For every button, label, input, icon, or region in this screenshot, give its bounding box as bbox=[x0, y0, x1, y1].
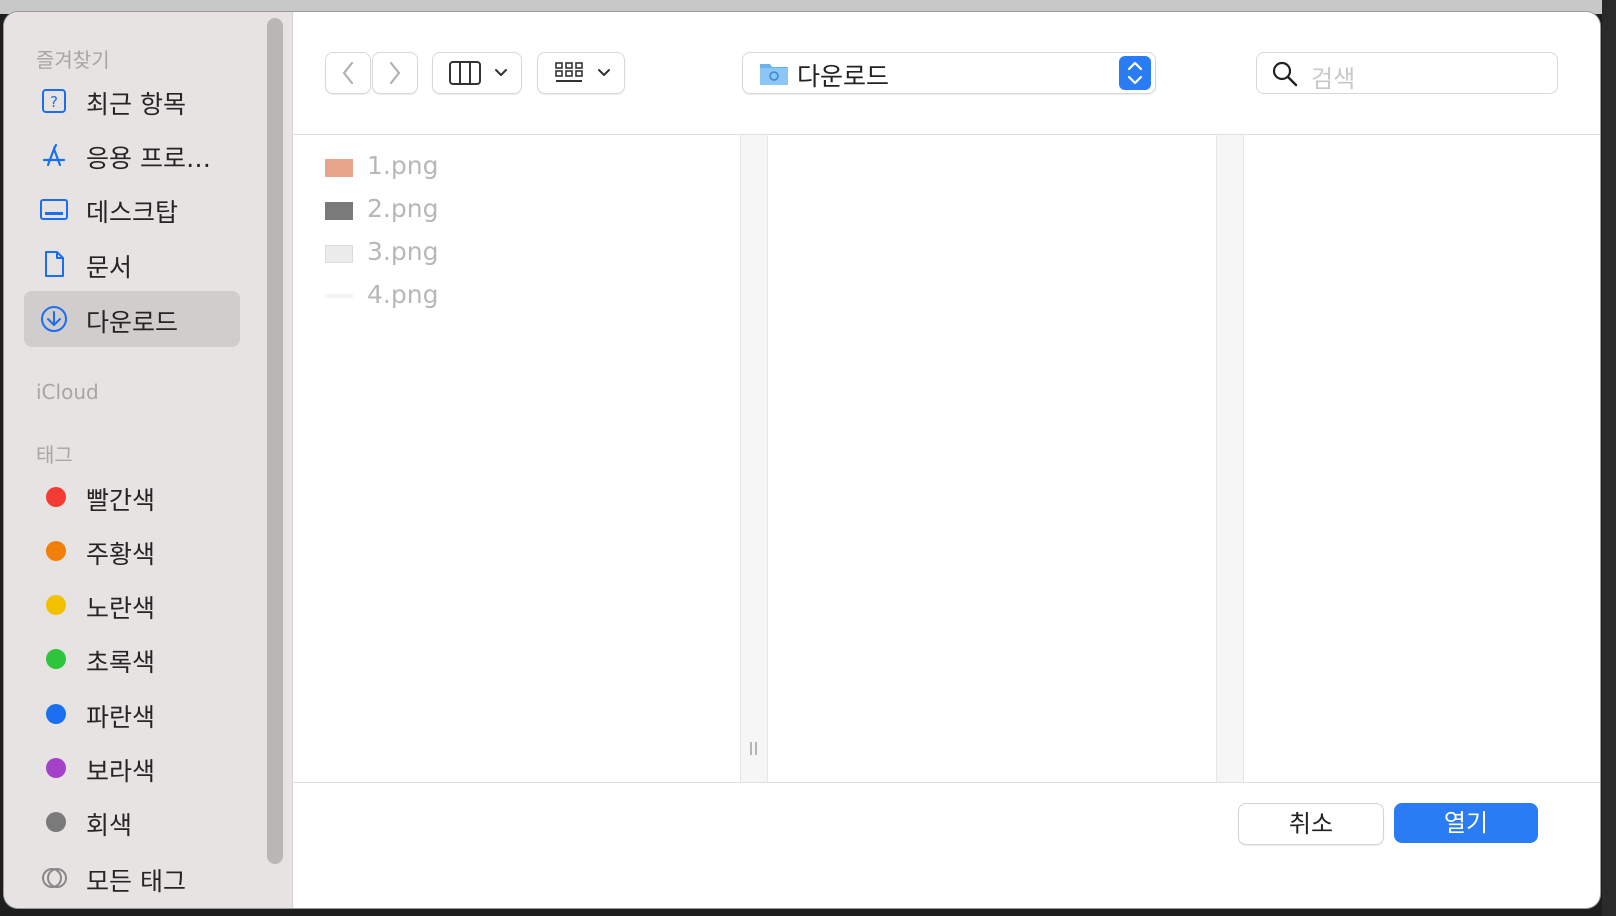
columns-view-icon bbox=[449, 61, 481, 89]
sidebar-item-label: 보라색 bbox=[86, 757, 156, 786]
search-field[interactable]: 검색 bbox=[1256, 52, 1558, 94]
favorites-header: 즐겨찾기 bbox=[36, 48, 110, 72]
column-divider[interactable] bbox=[1216, 135, 1244, 782]
sidebar-item-label: 데스크탑 bbox=[86, 198, 179, 227]
grid-icon bbox=[554, 61, 584, 89]
file-column-1: 1.png 2.png 3.png 4.png bbox=[293, 135, 740, 782]
toolbar: 다운로드 검색 bbox=[293, 12, 1600, 135]
file-name: 1.png bbox=[367, 151, 439, 180]
downloads-icon bbox=[40, 305, 68, 333]
chevron-right-icon bbox=[373, 61, 417, 97]
column-resize-handle[interactable] bbox=[740, 135, 768, 782]
sidebar-tag-orange[interactable]: 주황색 bbox=[24, 523, 240, 579]
sidebar-item-label: 주황색 bbox=[86, 540, 156, 569]
yellow-tag-dot-icon bbox=[46, 595, 66, 615]
file-name: 3.png bbox=[367, 237, 439, 266]
blue-tag-dot-icon bbox=[46, 704, 66, 724]
sidebar-tag-green[interactable]: 초록색 bbox=[24, 631, 240, 687]
sidebar-item-label: 빨간색 bbox=[86, 486, 156, 515]
sidebar-item-label: 노란색 bbox=[86, 594, 156, 623]
file-item[interactable]: 1.png bbox=[325, 148, 725, 188]
forward-button[interactable] bbox=[372, 52, 418, 94]
sidebar-scrollbar[interactable] bbox=[267, 18, 283, 864]
file-column-3 bbox=[1244, 135, 1600, 782]
image-thumbnail-icon bbox=[325, 288, 353, 306]
green-tag-dot-icon bbox=[46, 649, 66, 669]
icloud-header: iCloud bbox=[36, 380, 99, 404]
chevron-down-icon bbox=[493, 65, 509, 85]
sidebar-tag-all[interactable]: 모든 태그 bbox=[24, 850, 240, 906]
sidebar-item-recent[interactable]: ? 최근 항목 bbox=[24, 73, 240, 129]
sidebar-tag-yellow[interactable]: 노란색 bbox=[24, 577, 240, 633]
sidebar-tag-gray[interactable]: 회색 bbox=[24, 794, 240, 850]
sidebar-item-label: 최근 항목 bbox=[86, 90, 186, 119]
sidebar-item-downloads[interactable]: 다운로드 bbox=[24, 291, 240, 347]
sidebar-item-label: 문서 bbox=[86, 253, 133, 282]
red-tag-dot-icon bbox=[46, 487, 66, 507]
sidebar-item-label: 응용 프로… bbox=[86, 144, 211, 173]
desktop-edge bbox=[1602, 0, 1616, 916]
open-button[interactable]: 열기 bbox=[1394, 803, 1538, 843]
current-folder-label: 다운로드 bbox=[797, 62, 890, 91]
document-icon bbox=[40, 250, 68, 278]
file-name: 2.png bbox=[367, 194, 439, 223]
view-mode-button[interactable] bbox=[432, 52, 522, 94]
recent-icon: ? bbox=[40, 87, 68, 115]
image-thumbnail-icon bbox=[325, 245, 353, 263]
svg-text:?: ? bbox=[50, 93, 58, 111]
image-thumbnail-icon bbox=[325, 202, 353, 220]
purple-tag-dot-icon bbox=[46, 758, 66, 778]
search-placeholder: 검색 bbox=[1311, 65, 1356, 93]
file-item[interactable]: 3.png bbox=[325, 234, 725, 274]
open-file-dialog: 즐겨찾기 ? 최근 항목 응용 프로… 데스크탑 문서 다운로드 iCloud … bbox=[4, 12, 1600, 908]
sidebar-item-label: 파란색 bbox=[86, 703, 156, 732]
applications-icon bbox=[40, 141, 68, 169]
file-item[interactable]: 4.png bbox=[325, 277, 725, 317]
chevron-down-icon bbox=[596, 65, 612, 85]
file-column-2 bbox=[768, 135, 1216, 782]
desktop-icon bbox=[40, 195, 68, 223]
sidebar-item-applications[interactable]: 응용 프로… bbox=[24, 127, 240, 183]
orange-tag-dot-icon bbox=[46, 541, 66, 561]
sidebar: 즐겨찾기 ? 최근 항목 응용 프로… 데스크탑 문서 다운로드 iCloud … bbox=[4, 12, 293, 908]
sidebar-item-documents[interactable]: 문서 bbox=[24, 236, 240, 292]
back-button[interactable] bbox=[325, 52, 371, 94]
file-name: 4.png bbox=[367, 280, 439, 309]
gray-tag-dot-icon bbox=[46, 812, 66, 832]
cancel-button[interactable]: 취소 bbox=[1238, 803, 1384, 845]
group-button[interactable] bbox=[537, 52, 625, 94]
location-stepper[interactable] bbox=[1119, 56, 1151, 90]
sidebar-item-label: 회색 bbox=[86, 811, 133, 840]
sidebar-tag-purple[interactable]: 보라색 bbox=[24, 740, 240, 796]
folder-location-popup[interactable]: 다운로드 bbox=[742, 52, 1156, 94]
sidebar-tag-blue[interactable]: 파란색 bbox=[24, 686, 240, 742]
sidebar-tag-red[interactable]: 빨간색 bbox=[24, 469, 240, 525]
sidebar-item-label: 초록색 bbox=[86, 648, 156, 677]
folder-icon bbox=[759, 59, 789, 91]
file-browser: 1.png 2.png 3.png 4.png bbox=[293, 135, 1600, 783]
all-tags-icon bbox=[40, 864, 68, 892]
sidebar-item-label: 모든 태그 bbox=[86, 867, 186, 896]
search-icon bbox=[1271, 60, 1299, 92]
sidebar-item-desktop[interactable]: 데스크탑 bbox=[24, 181, 240, 237]
image-thumbnail-icon bbox=[325, 159, 353, 177]
sidebar-item-label: 다운로드 bbox=[86, 308, 179, 337]
file-item[interactable]: 2.png bbox=[325, 191, 725, 231]
tags-header: 태그 bbox=[36, 443, 73, 467]
chevron-left-icon bbox=[326, 61, 370, 97]
